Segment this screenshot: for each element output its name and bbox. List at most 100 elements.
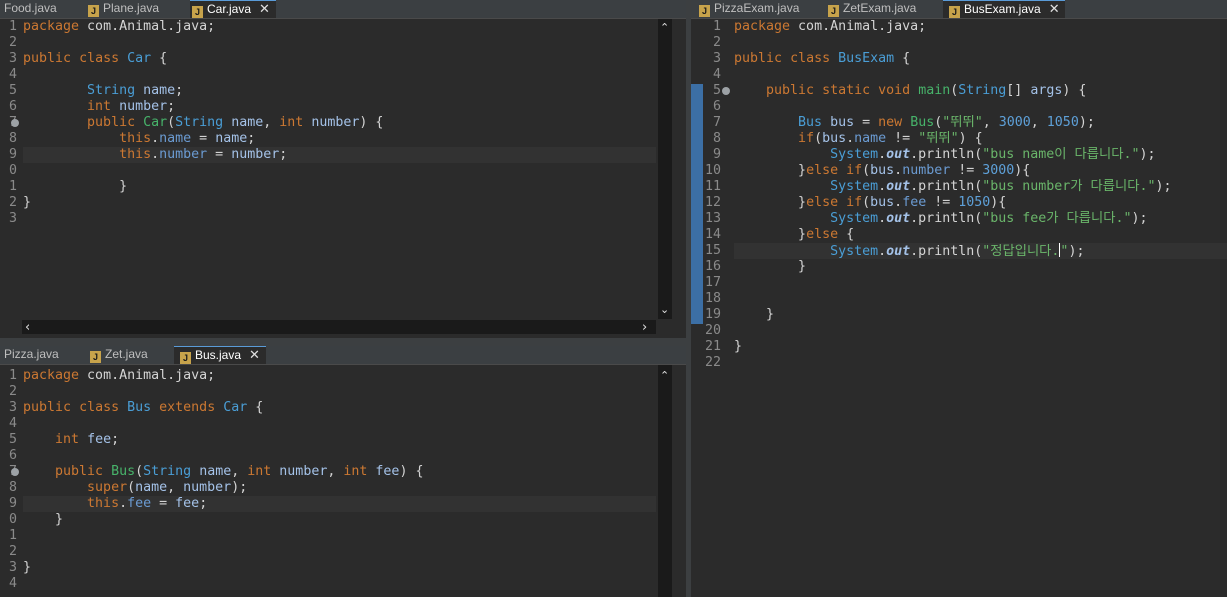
tab-bar-bottom-left: Pizza.java J Zet.java J Bus.java ✕ (0, 346, 686, 365)
scroll-down-arrow-icon[interactable]: ⌄ (660, 303, 669, 316)
code-line: 2 (8, 35, 17, 50)
fold-collapse-icon[interactable] (11, 119, 19, 127)
java-file-icon: J (180, 352, 191, 364)
tab-pizza-java[interactable]: Pizza.java (4, 346, 84, 364)
text-caret (1059, 243, 1061, 257)
fold-collapse-icon[interactable] (11, 468, 19, 476)
editor-pane-car: Food.java J Plane.java J Car.java ✕ 1 packag… (0, 0, 686, 338)
code-line: 3} (8, 560, 32, 575)
code-line: 3 (8, 211, 17, 226)
tab-car-java[interactable]: J Car.java ✕ (190, 0, 276, 18)
tab-plane-java[interactable]: J Plane.java (88, 0, 174, 18)
code-area-car[interactable]: 1 package com.Animal.java; 2 3 public clas… (0, 19, 686, 338)
code-line: 1 package com.Animal.java; (8, 19, 216, 34)
tab-pizzaexam-java[interactable]: J PizzaExam.java (699, 0, 819, 18)
tab-zetexam-java[interactable]: J ZetExam.java (828, 0, 938, 18)
tab-label: PizzaExam.java (714, 1, 800, 15)
tab-food-java[interactable]: Food.java (4, 0, 84, 18)
close-icon[interactable]: ✕ (1049, 1, 1060, 17)
scroll-up-arrow-icon[interactable]: ⌃ (660, 369, 669, 382)
code-line: 20 (704, 323, 721, 338)
tab-bus-java[interactable]: J Bus.java ✕ (174, 346, 266, 364)
tab-bar-top-left: Food.java J Plane.java J Car.java ✕ (0, 0, 686, 19)
code-line: 18 (704, 291, 721, 306)
code-line: 11 System.out.println("bus number가 다릅니다.… (704, 179, 1172, 194)
code-line: 16 } (704, 259, 807, 274)
java-file-icon: J (949, 6, 960, 18)
tab-label: Car.java (207, 2, 252, 16)
code-line: 6 (8, 448, 17, 463)
code-line: 0 } (8, 512, 64, 527)
code-line: 4 (712, 67, 721, 82)
code-area-busexam[interactable]: 1 package com.Animal.java; 2 3 public clas… (691, 19, 1227, 597)
code-line: 8 super(name, number); (8, 480, 248, 495)
code-line: 2} (8, 195, 32, 210)
code-line: 17 (704, 275, 721, 290)
code-line: 7 Bus bus = new Bus("뛰뛰", 3000, 1050); (712, 115, 1095, 130)
code-line: 1 } (8, 179, 128, 194)
close-icon[interactable]: ✕ (249, 347, 260, 363)
code-line: 2 (8, 384, 17, 399)
code-line: 13 System.out.println("bus fee가 다릅니다."); (704, 211, 1148, 226)
code-line: 1 package com.Animal.java; (712, 19, 927, 34)
horizontal-scrollbar[interactable]: ‹ › (22, 320, 656, 335)
tab-label: Bus.java (195, 348, 242, 362)
code-line: 12 }else if(bus.fee != 1050){ (704, 195, 1007, 210)
code-line: 3 public class Car { (8, 51, 168, 66)
code-line: 9 System.out.println("bus name이 다릅니다."); (712, 147, 1156, 162)
code-line: 15 System.out.println("정답입니다."); (704, 243, 1085, 259)
scroll-left-arrow-icon[interactable]: ‹ (25, 320, 30, 335)
tab-busexam-java[interactable]: J BusExam.java ✕ (943, 0, 1065, 18)
tab-label: Zet.java (105, 347, 148, 361)
code-line: 14 }else { (704, 227, 855, 242)
code-line: 9 this.fee = fee; (8, 496, 208, 511)
code-line: 4 (8, 67, 17, 82)
code-line: 3 public class BusExam { (712, 51, 911, 66)
java-file-icon: J (192, 6, 203, 18)
java-file-icon: J (699, 5, 710, 17)
code-line: 7 public Car(String name, int number) { (0, 115, 686, 131)
code-line: 3 public class Bus extends Car { (8, 400, 264, 415)
code-line: 4 (8, 576, 17, 591)
code-line: 6 int number; (8, 99, 176, 114)
editor-pane-busexam: J PizzaExam.java J ZetExam.java J BusExam.j… (691, 0, 1227, 597)
java-file-icon: J (828, 5, 839, 17)
code-line: 4 (8, 416, 17, 431)
java-file-icon: J (88, 5, 99, 17)
code-line: 10 }else if(bus.number != 3000){ (704, 163, 1031, 178)
code-line: 9 this.number = number; (8, 147, 288, 162)
code-line: 8 this.name = name; (8, 131, 256, 146)
fold-collapse-icon[interactable] (722, 87, 730, 95)
code-line: 2 (712, 35, 721, 50)
pane-divider-horizontal[interactable] (0, 338, 686, 346)
change-marker-bar (691, 84, 703, 324)
editor-pane-bus: Pizza.java J Zet.java J Bus.java ✕ 1 package… (0, 346, 686, 597)
tab-label: BusExam.java (964, 2, 1041, 16)
code-line: 2 (8, 544, 17, 559)
code-line: 5 String name; (8, 83, 184, 98)
tab-label: ZetExam.java (843, 1, 917, 15)
code-line: 0 (8, 163, 17, 178)
scroll-up-arrow-icon[interactable]: ⌃ (660, 21, 669, 34)
tab-zet-java[interactable]: J Zet.java (90, 346, 170, 364)
code-line: 7 public Bus(String name, int number, in… (0, 464, 686, 480)
code-area-bus[interactable]: 1 package com.Animal.java; 2 3 public clas… (0, 368, 686, 597)
tab-label: Plane.java (103, 1, 160, 15)
close-icon[interactable]: ✕ (259, 1, 270, 17)
java-file-icon: J (90, 351, 101, 363)
code-line: 8 if(bus.name != "뛰뛰") { (712, 131, 983, 146)
code-line: 5 int fee; (8, 432, 120, 447)
code-line: 1 package com.Animal.java; (8, 368, 216, 383)
tab-bar-right: J PizzaExam.java J ZetExam.java J BusExam.j… (691, 0, 1227, 19)
tab-label: Pizza.java (4, 347, 59, 361)
scroll-right-arrow-icon[interactable]: › (642, 320, 647, 335)
code-line: 19 } (704, 307, 775, 322)
code-line: 1 (8, 528, 17, 543)
vertical-scrollbar[interactable]: ⌃ ⌄ (658, 19, 672, 319)
code-line: 21} (704, 339, 743, 354)
code-line: 22 (704, 355, 721, 370)
code-line: 5 public static void main(String[] args)… (712, 83, 1087, 98)
vertical-scrollbar[interactable]: ⌃ (658, 365, 672, 597)
tab-label: Food.java (4, 1, 57, 15)
code-line: 6 (712, 99, 721, 114)
